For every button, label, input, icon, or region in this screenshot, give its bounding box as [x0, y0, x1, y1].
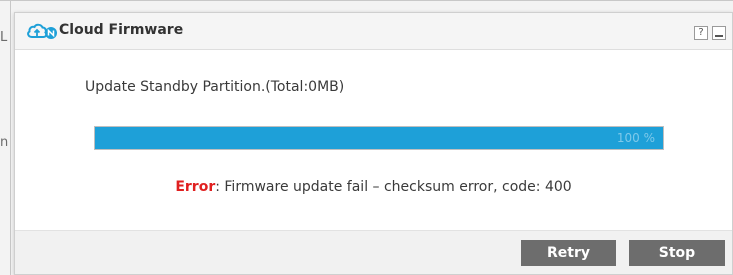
error-label: Error — [175, 179, 216, 195]
background-fragment: L — [0, 30, 8, 45]
cloud-firmware-dialog: Cloud Firmware ? Update Standby Partitio… — [14, 12, 733, 275]
retry-button[interactable]: Retry — [521, 240, 616, 266]
progress-bar: 100 % — [94, 126, 664, 150]
stop-button[interactable]: Stop — [629, 240, 725, 266]
help-button[interactable]: ? — [694, 26, 708, 40]
error-message: Error: Firmware update fail – checksum e… — [15, 179, 732, 195]
minimize-button[interactable] — [712, 26, 726, 40]
dialog-footer: Retry Stop — [15, 230, 732, 274]
update-status-text: Update Standby Partition.(Total:0MB) — [85, 79, 345, 95]
dialog-title: Cloud Firmware — [59, 22, 184, 38]
progress-label: 100 % — [616, 131, 655, 145]
background-fragment: n — [0, 135, 9, 150]
cloud-upload-icon — [26, 22, 58, 40]
progress-bar-fill — [95, 127, 663, 149]
error-text: : Firmware update fail – checksum error,… — [215, 179, 572, 195]
dialog-titlebar: Cloud Firmware ? — [15, 13, 732, 50]
